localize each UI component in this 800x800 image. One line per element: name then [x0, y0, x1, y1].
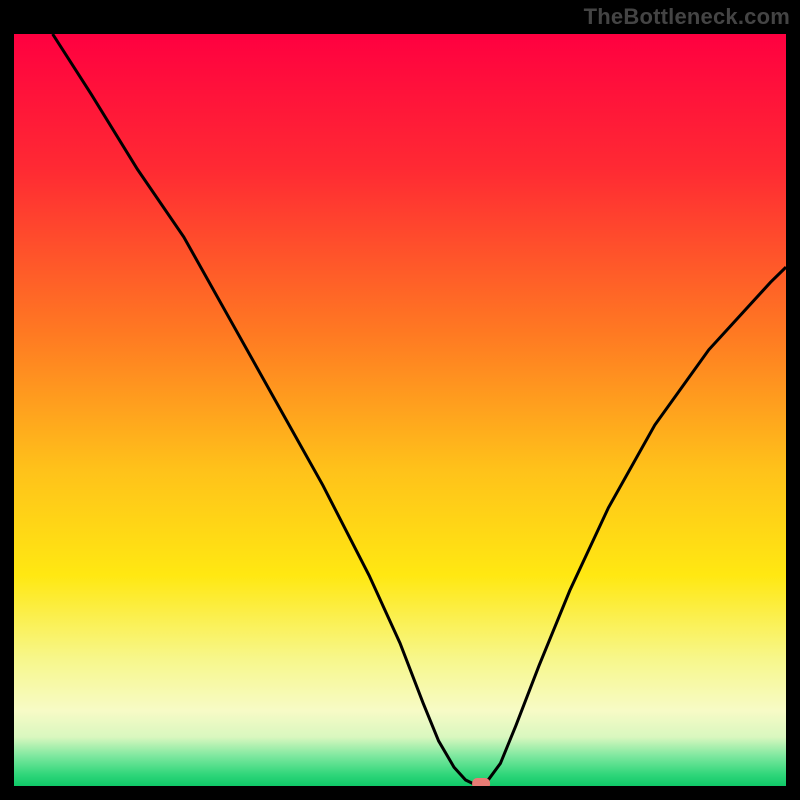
gradient-background [14, 34, 786, 786]
chart-frame: TheBottleneck.com [0, 0, 800, 800]
watermark-text: TheBottleneck.com [584, 4, 790, 30]
plot-area [14, 34, 786, 786]
optimum-marker [472, 778, 490, 786]
bottleneck-chart [14, 34, 786, 786]
